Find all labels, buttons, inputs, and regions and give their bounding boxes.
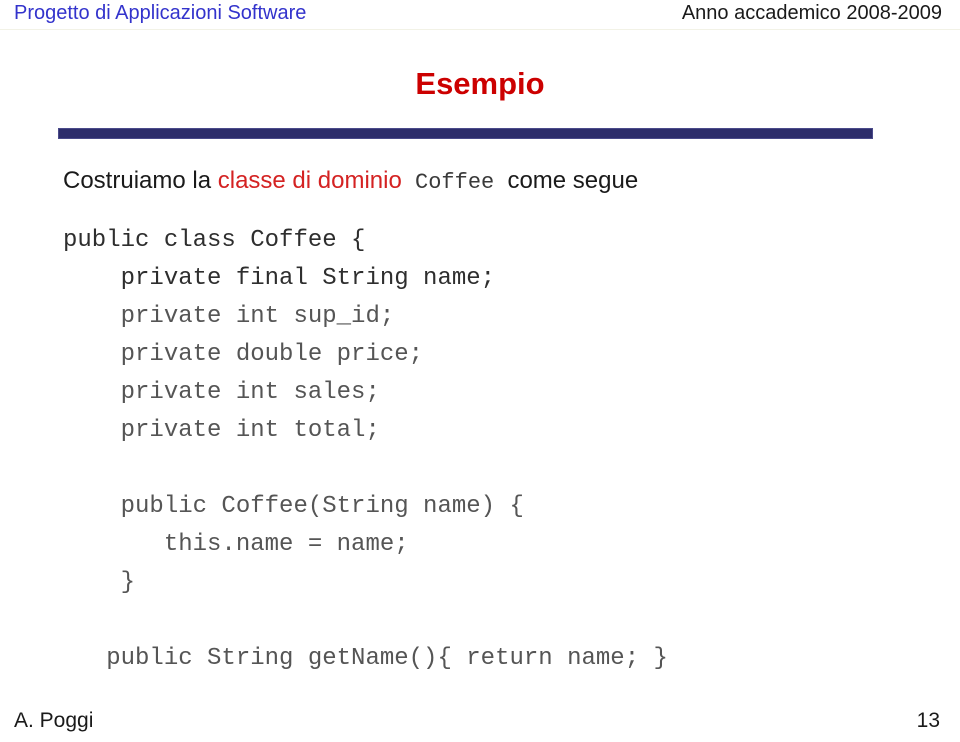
intro-text-part1: Costruiamo la xyxy=(63,167,218,194)
page-title: Esempio xyxy=(415,66,545,101)
code-line: private int sup_id; xyxy=(63,303,395,330)
code-line: public class Coffee { xyxy=(63,227,366,254)
footer-author: A. Poggi xyxy=(14,709,94,732)
java-code-block: public class Coffee { private final Stri… xyxy=(63,222,943,678)
code-line: public Coffee(String name) { xyxy=(63,493,524,520)
intro-sentence: Costruiamo la classe di dominio Coffee c… xyxy=(63,167,639,195)
header-divider xyxy=(0,29,960,30)
slide-header: Progetto di Applicazioni Software Anno a… xyxy=(0,0,960,30)
intro-text-part3: come segue xyxy=(507,167,639,194)
intro-class-name: Coffee xyxy=(401,170,508,195)
code-line: } xyxy=(63,569,136,596)
slide-footer: A. Poggi 13 xyxy=(0,706,960,736)
code-line: private final String name; xyxy=(63,265,496,292)
code-line: private double price; xyxy=(63,341,424,368)
title-accent-bar xyxy=(58,128,873,139)
code-line: private int sales; xyxy=(63,379,380,406)
footer-page-number: 13 xyxy=(916,709,940,732)
course-title: Progetto di Applicazioni Software xyxy=(14,2,307,24)
intro-text-highlight: classe di dominio xyxy=(217,167,402,194)
code-line: private int total; xyxy=(63,417,380,444)
academic-year: Anno accademico 2008-2009 xyxy=(681,2,942,24)
code-line: public String getName(){ return name; } xyxy=(63,645,668,672)
code-line: this.name = name; xyxy=(63,531,409,558)
